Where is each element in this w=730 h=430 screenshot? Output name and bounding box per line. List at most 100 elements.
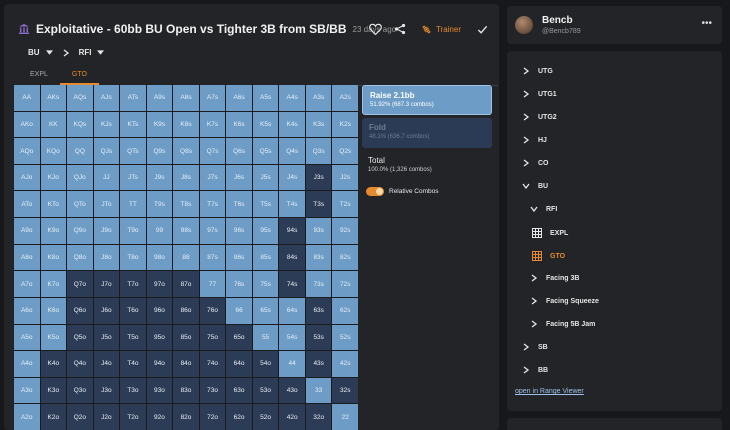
- hand-cell[interactable]: Q4s: [279, 138, 305, 164]
- hand-cell[interactable]: 33: [305, 377, 332, 404]
- hand-cell[interactable]: T3o: [120, 377, 146, 404]
- hand-cell[interactable]: 43s: [305, 351, 332, 377]
- hand-cell[interactable]: K5s: [252, 111, 279, 138]
- hand-cell[interactable]: AA: [14, 85, 40, 111]
- hand-cell[interactable]: J6o: [93, 297, 120, 324]
- hand-cell[interactable]: 32s: [332, 377, 358, 404]
- hand-cell[interactable]: 73s: [305, 271, 332, 297]
- hand-cell[interactable]: 86o: [173, 297, 199, 324]
- hand-cell[interactable]: Q6s: [226, 138, 252, 164]
- hand-cell[interactable]: JTs: [120, 164, 146, 191]
- hand-cell[interactable]: J3o: [93, 377, 120, 404]
- hand-cell[interactable]: 94s: [279, 218, 305, 244]
- hand-cell[interactable]: 86s: [226, 244, 252, 271]
- raise-action[interactable]: Raise 2.1bb 51.92% (687.3 combos): [362, 85, 492, 115]
- hand-cell[interactable]: K2o: [40, 404, 67, 430]
- hand-cell[interactable]: 96s: [226, 218, 252, 244]
- tree-item-bu[interactable]: BU: [522, 182, 548, 190]
- hand-cell[interactable]: Q8s: [173, 138, 199, 164]
- hand-cell[interactable]: 83s: [305, 244, 332, 271]
- hand-cell[interactable]: J4s: [279, 164, 305, 191]
- tree-item-sb[interactable]: SB: [522, 343, 548, 351]
- hand-cell[interactable]: T5o: [120, 324, 146, 351]
- hand-cell[interactable]: J9s: [146, 164, 173, 191]
- hand-cell[interactable]: 75o: [199, 324, 226, 351]
- hand-cell[interactable]: 83o: [173, 377, 199, 404]
- hand-cell[interactable]: 72s: [332, 271, 358, 297]
- tree-item-utg[interactable]: UTG: [522, 67, 553, 75]
- hand-cell[interactable]: 96o: [146, 297, 173, 324]
- hand-cell[interactable]: 76s: [226, 271, 252, 297]
- tree-item-expl[interactable]: EXPL: [532, 228, 568, 238]
- hand-cell[interactable]: 94o: [146, 351, 173, 377]
- hand-cell[interactable]: 92s: [332, 218, 358, 244]
- hand-cell[interactable]: 22: [332, 404, 358, 430]
- hand-cell[interactable]: A9s: [146, 85, 173, 111]
- hand-cell[interactable]: K4o: [40, 351, 67, 377]
- hand-cell[interactable]: Q5o: [67, 324, 93, 351]
- check-icon[interactable]: [475, 22, 489, 36]
- hand-cell[interactable]: Q8o: [67, 244, 93, 271]
- hand-cell[interactable]: 52o: [252, 404, 279, 430]
- hand-cell[interactable]: ATs: [120, 85, 146, 111]
- hand-cell[interactable]: K7o: [40, 271, 67, 297]
- hand-cell[interactable]: Q3o: [67, 377, 93, 404]
- hand-cell[interactable]: 64s: [279, 297, 305, 324]
- hand-cell[interactable]: 62o: [226, 404, 252, 430]
- hand-cell[interactable]: 63o: [226, 377, 252, 404]
- hand-cell[interactable]: QTs: [120, 138, 146, 164]
- hand-cell[interactable]: 92o: [146, 404, 173, 430]
- tree-item-utg1[interactable]: UTG1: [522, 90, 557, 98]
- hand-cell[interactable]: Q9o: [67, 218, 93, 244]
- hand-cell[interactable]: 73o: [199, 377, 226, 404]
- hand-cell[interactable]: AQo: [14, 138, 40, 164]
- hand-cell[interactable]: T8o: [120, 244, 146, 271]
- hand-cell[interactable]: AJo: [14, 164, 40, 191]
- hand-cell[interactable]: 84o: [173, 351, 199, 377]
- hand-cell[interactable]: 88: [173, 244, 199, 271]
- hand-cell[interactable]: J9o: [93, 218, 120, 244]
- avatar[interactable]: [515, 16, 533, 34]
- crumb-position[interactable]: BU: [28, 48, 53, 57]
- hand-cell[interactable]: J7o: [93, 271, 120, 297]
- hand-cell[interactable]: 98o: [146, 244, 173, 271]
- hand-cell[interactable]: K9o: [40, 218, 67, 244]
- hand-cell[interactable]: 85s: [252, 244, 279, 271]
- hand-cell[interactable]: J4o: [93, 351, 120, 377]
- hand-cell[interactable]: Q7s: [199, 138, 226, 164]
- relative-combos-toggle[interactable]: [366, 187, 384, 196]
- hand-cell[interactable]: KJo: [40, 164, 67, 191]
- hand-cell[interactable]: 65s: [252, 297, 279, 324]
- hand-cell[interactable]: T7o: [120, 271, 146, 297]
- hand-cell[interactable]: T5s: [252, 191, 279, 218]
- hand-cell[interactable]: J5s: [252, 164, 279, 191]
- hand-cell[interactable]: QJo: [67, 164, 93, 191]
- tree-item-gto[interactable]: GTO: [532, 251, 565, 261]
- hand-cell[interactable]: 93o: [146, 377, 173, 404]
- hand-cell[interactable]: 72o: [199, 404, 226, 430]
- hand-cell[interactable]: 42o: [279, 404, 305, 430]
- fold-action[interactable]: Fold 48.1% (636.7 combos): [362, 118, 492, 148]
- share-icon[interactable]: [393, 22, 407, 36]
- hand-cell[interactable]: 95s: [252, 218, 279, 244]
- hand-cell[interactable]: J5o: [93, 324, 120, 351]
- hand-cell[interactable]: 77: [199, 271, 226, 297]
- hand-cell[interactable]: A6o: [14, 297, 40, 324]
- hand-cell[interactable]: KQs: [67, 111, 93, 138]
- tree-item-rfi[interactable]: RFI: [530, 205, 557, 213]
- hand-cell[interactable]: AKo: [14, 111, 40, 138]
- tree-item-facing-5b-jam[interactable]: Facing 5B Jam: [530, 320, 595, 328]
- hand-cell[interactable]: QTo: [67, 191, 93, 218]
- hand-cell[interactable]: A9o: [14, 218, 40, 244]
- hand-cell[interactable]: 74o: [199, 351, 226, 377]
- hand-cell[interactable]: QJs: [93, 138, 120, 164]
- trainer-button[interactable]: Trainer: [421, 24, 461, 35]
- hand-cell[interactable]: T9s: [146, 191, 173, 218]
- range-viewer-link[interactable]: open in Range Viewer: [515, 388, 584, 395]
- hand-cell[interactable]: A7o: [14, 271, 40, 297]
- hand-cell[interactable]: K9s: [146, 111, 173, 138]
- hand-cell[interactable]: T2s: [332, 191, 358, 218]
- hand-cell[interactable]: K6o: [40, 297, 67, 324]
- hand-cell[interactable]: T3s: [305, 191, 332, 218]
- hand-cell[interactable]: JJ: [93, 164, 120, 191]
